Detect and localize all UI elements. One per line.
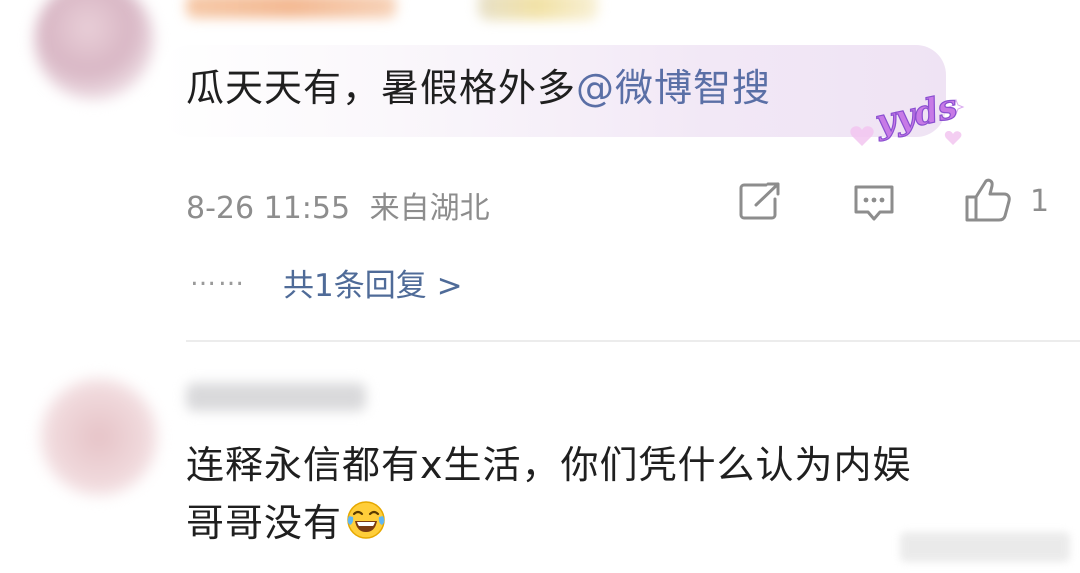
comment-icon (852, 183, 896, 223)
username-blurred[interactable] (186, 0, 396, 18)
comment-text: 瓜天天有，暑假格外多@微博智搜 (186, 60, 771, 116)
comment-text-line2: 哥哥没有 (186, 495, 386, 555)
mention-link[interactable]: @微博智搜 (576, 66, 771, 110)
username-blurred[interactable] (186, 383, 366, 411)
reply-dots: …… (190, 262, 246, 292)
like-icon (964, 177, 1012, 223)
like-count: 1 (1030, 184, 1050, 219)
comment-body: 哥哥没有 (186, 501, 343, 545)
share-icon (738, 181, 782, 221)
like-button[interactable] (964, 177, 1012, 223)
share-button[interactable] (738, 181, 782, 221)
yyds-sticker: yyds (846, 86, 968, 154)
avatar[interactable] (34, 0, 154, 100)
user-badge-blurred (478, 0, 598, 20)
comment-button[interactable] (852, 183, 896, 223)
laughing-emoji-icon (346, 499, 386, 555)
avatar[interactable] (40, 378, 158, 496)
timestamp: 8-26 11:55 (186, 191, 351, 226)
location: 来自湖北 (369, 191, 490, 226)
comment-body: 瓜天天有，暑假格外多 (186, 66, 577, 110)
watermark-blurred (900, 532, 1070, 562)
comment-text-line1: 连释永信都有x生活，你们凭什么认为内娱 (186, 443, 912, 487)
divider (186, 340, 1080, 342)
comment-meta: 8-26 11:55 来自湖北 (186, 183, 490, 227)
view-replies-link[interactable]: 共1条回复 > (283, 260, 463, 305)
